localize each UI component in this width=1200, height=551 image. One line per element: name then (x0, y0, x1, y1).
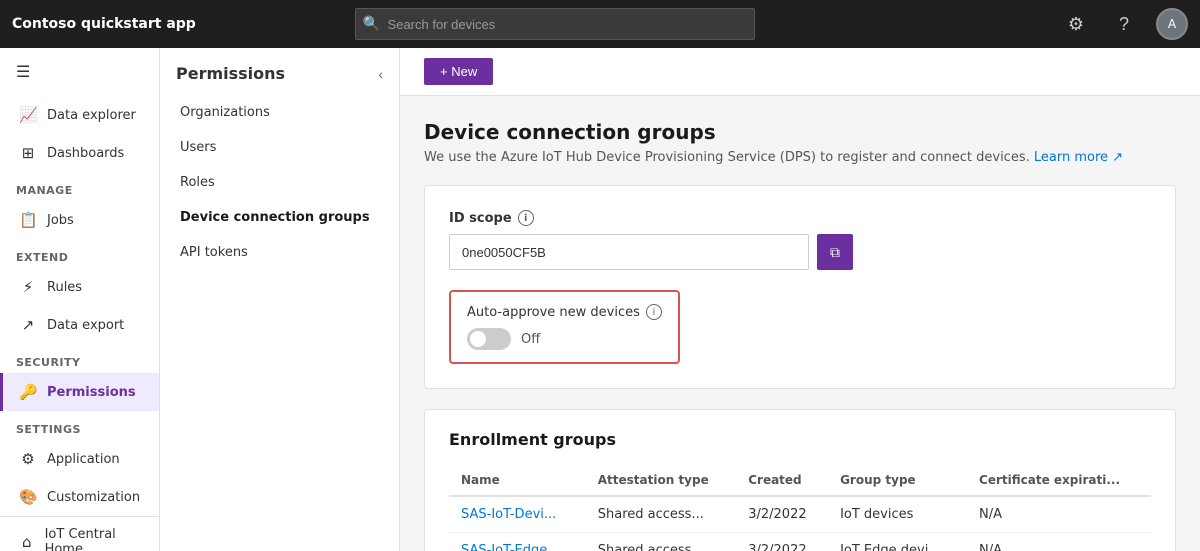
sidebar-item-label: Rules (47, 280, 82, 295)
sidebar-item-customization[interactable]: 🎨 Customization (0, 478, 159, 516)
id-scope-card: ID scope i ⧉ Auto-approve new devices i (424, 185, 1176, 389)
midpanel-item-api-tokens[interactable]: API tokens (160, 235, 399, 270)
nav-section-extend: Extend (0, 239, 159, 268)
cell-group-type: IoT devices (828, 496, 967, 533)
sidebar-item-label: Data explorer (47, 108, 136, 123)
search-icon: 🔍 (363, 16, 380, 32)
cell-name: SAS-IoT-Devi... (449, 496, 586, 533)
cell-attestation: Shared access... (586, 533, 736, 551)
midpanel-item-device-connection-groups[interactable]: Device connection groups (160, 200, 399, 235)
row-name-link[interactable]: SAS-IoT-Devi... (461, 507, 556, 522)
enrollment-groups-card: Enrollment groups Name Attestation type … (424, 409, 1176, 551)
customization-icon: 🎨 (19, 488, 37, 506)
midpanel-item-roles[interactable]: Roles (160, 165, 399, 200)
sidebar-item-iot-central-home[interactable]: ⌂ IoT Central Home (0, 517, 159, 551)
toggle-off-label: Off (521, 332, 540, 347)
table-header: Name Attestation type Created Group type… (449, 465, 1151, 496)
col-header-cert: Certificate expirati... (967, 465, 1151, 496)
copy-button[interactable]: ⧉ (817, 234, 853, 270)
hamburger-button[interactable]: ☰ (0, 48, 159, 96)
home-icon: ⌂ (19, 533, 35, 551)
app-title: Contoso quickstart app (12, 16, 196, 32)
table-body: SAS-IoT-Devi... Shared access... 3/2/202… (449, 496, 1151, 551)
auto-approve-toggle[interactable] (467, 328, 511, 350)
nav-section-manage: Manage (0, 172, 159, 201)
cell-name: SAS-IoT-Edge... (449, 533, 586, 551)
page-subtitle: We use the Azure IoT Hub Device Provisio… (424, 150, 1176, 165)
auto-approve-info-icon[interactable]: i (646, 304, 662, 320)
application-icon: ⚙ (19, 450, 37, 468)
sidebar-item-data-export[interactable]: ↗ Data export (0, 306, 159, 344)
id-scope-input[interactable] (449, 234, 809, 270)
sidebar-item-label: Dashboards (47, 146, 124, 161)
col-header-group-type: Group type (828, 465, 967, 496)
new-button[interactable]: + New (424, 58, 493, 85)
main-content: + New Device connection groups We use th… (400, 48, 1200, 551)
table-row: SAS-IoT-Devi... Shared access... 3/2/202… (449, 496, 1151, 533)
midpanel-item-organizations[interactable]: Organizations (160, 95, 399, 130)
sidebar-item-label: Data export (47, 318, 124, 333)
learn-more-link[interactable]: Learn more ↗ (1034, 150, 1123, 165)
sidebar-item-application[interactable]: ⚙ Application (0, 440, 159, 478)
col-header-attestation: Attestation type (586, 465, 736, 496)
rules-icon: ⚡ (19, 278, 37, 296)
enrollment-table: Name Attestation type Created Group type… (449, 465, 1151, 551)
avatar[interactable]: A (1156, 8, 1188, 40)
auto-approve-label: Auto-approve new devices i (467, 304, 662, 320)
midpanel-title: Permissions (176, 64, 285, 83)
cell-created: 3/2/2022 (736, 496, 828, 533)
sidebar-item-permissions[interactable]: 🔑 Permissions (0, 373, 159, 411)
search-container: 🔍 (355, 8, 755, 40)
data-export-icon: ↗ (19, 316, 37, 334)
auto-approve-box: Auto-approve new devices i Off (449, 290, 680, 364)
sidebar-item-data-explorer[interactable]: 📈 Data explorer (0, 96, 159, 134)
page-title: Device connection groups (424, 120, 1176, 144)
settings-button[interactable]: ⚙ (1060, 8, 1092, 40)
toolbar: + New (400, 48, 1200, 96)
cell-created: 3/2/2022 (736, 533, 828, 551)
id-scope-info-icon[interactable]: i (518, 210, 534, 226)
sidebar-item-label: Application (47, 452, 120, 467)
sidebar-item-label: Permissions (47, 385, 136, 400)
sidebar-item-dashboards[interactable]: ⊞ Dashboards (0, 134, 159, 172)
sidebar-item-label: IoT Central Home (45, 527, 143, 551)
collapse-panel-button[interactable]: ‹ (378, 66, 383, 82)
col-header-created: Created (736, 465, 828, 496)
search-input[interactable] (355, 8, 755, 40)
nav-bottom: ⌂ IoT Central Home (0, 516, 159, 551)
toggle-slider (467, 328, 511, 350)
data-explorer-icon: 📈 (19, 106, 37, 124)
midpanel-header: Permissions ‹ (160, 48, 399, 95)
midpanel-item-users[interactable]: Users (160, 130, 399, 165)
nav-section-security: Security (0, 344, 159, 373)
row-name-link[interactable]: SAS-IoT-Edge... (461, 543, 560, 551)
cell-group-type: IoT Edge devi... (828, 533, 967, 551)
help-button[interactable]: ? (1108, 8, 1140, 40)
dashboards-icon: ⊞ (19, 144, 37, 162)
topbar-actions: ⚙ ? A (1060, 8, 1188, 40)
cell-cert: N/A (967, 496, 1151, 533)
left-nav: ☰ 📈 Data explorer ⊞ Dashboards Manage 📋 … (0, 48, 160, 551)
table-row: SAS-IoT-Edge... Shared access... 3/2/202… (449, 533, 1151, 551)
id-scope-row: ⧉ (449, 234, 1151, 270)
jobs-icon: 📋 (19, 211, 37, 229)
enrollment-groups-title: Enrollment groups (449, 430, 1151, 449)
cell-cert: N/A (967, 533, 1151, 551)
cell-attestation: Shared access... (586, 496, 736, 533)
middle-panel: Permissions ‹ Organizations Users Roles … (160, 48, 400, 551)
toggle-row: Off (467, 328, 662, 350)
sidebar-item-label: Jobs (47, 213, 74, 228)
col-header-name: Name (449, 465, 586, 496)
sidebar-item-jobs[interactable]: 📋 Jobs (0, 201, 159, 239)
content-area: Device connection groups We use the Azur… (400, 96, 1200, 551)
topbar: Contoso quickstart app 🔍 ⚙ ? A (0, 0, 1200, 48)
permissions-icon: 🔑 (19, 383, 37, 401)
sidebar-item-rules[interactable]: ⚡ Rules (0, 268, 159, 306)
sidebar-item-label: Customization (47, 490, 140, 505)
id-scope-label: ID scope i (449, 210, 1151, 226)
nav-section-settings: Settings (0, 411, 159, 440)
copy-icon: ⧉ (830, 244, 840, 261)
